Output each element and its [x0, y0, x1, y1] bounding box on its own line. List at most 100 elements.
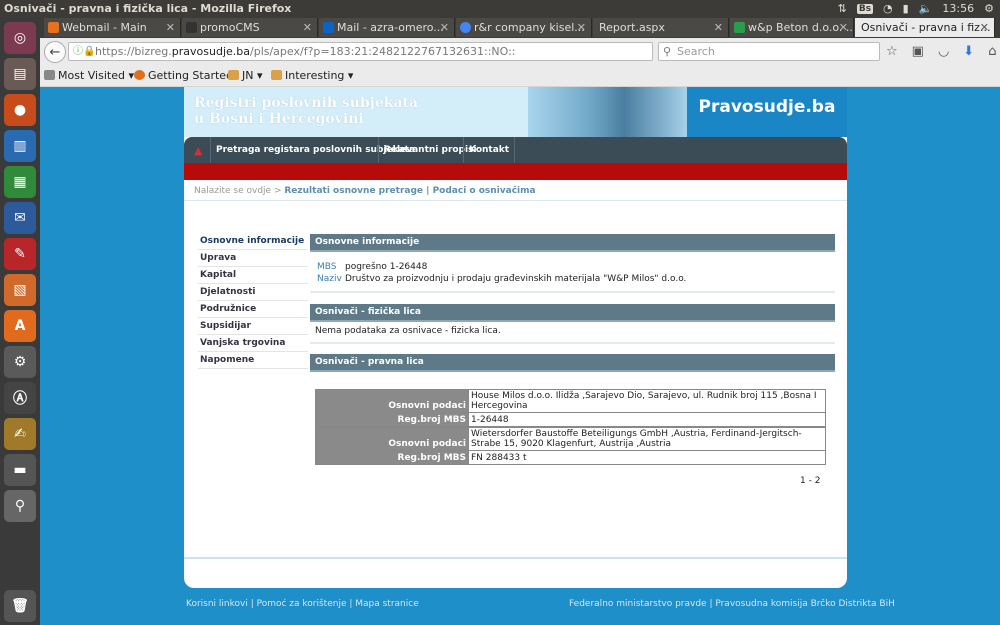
- settings-icon[interactable]: ⚙: [4, 346, 36, 378]
- promocms-icon: [186, 22, 197, 33]
- launcher: ◎ ▤ ● ▥ ▦ ✉ ✎ ▧ A ⚙ Ⓐ ✍ ▬ ⚲ 🗑: [0, 18, 41, 625]
- label-osnovni: Osnovni podaci: [315, 427, 469, 451]
- window-title: Osnivači - pravna i fizička lica - Mozil…: [4, 2, 292, 15]
- table-row: Reg.broj MBS FN 288433 t: [315, 450, 826, 465]
- value-mbs: FN 288433 t: [468, 450, 826, 465]
- leftnav-napomene[interactable]: Napomene: [198, 352, 308, 369]
- divider: [184, 200, 847, 201]
- naziv-label: Naziv: [317, 274, 342, 284]
- close-icon[interactable]: ✕: [980, 18, 989, 37]
- calc-icon[interactable]: ▦: [4, 166, 36, 198]
- bookmark-interesting[interactable]: Interesting ▾: [271, 69, 353, 82]
- mbs-value: pogrešno 1-26448: [345, 262, 428, 272]
- leftnav-djelatnosti[interactable]: Djelatnosti: [198, 284, 308, 301]
- home-icon[interactable]: ▲: [194, 144, 202, 157]
- tab-wp-beton[interactable]: w&p Beton d.o.o. ... ✕: [730, 18, 854, 37]
- outlook-icon: [323, 22, 334, 33]
- label-osnovni: Osnovni podaci: [315, 389, 469, 413]
- back-arrow-icon: ←: [49, 44, 61, 60]
- url-prefix: https://bizreg.: [95, 45, 172, 58]
- close-icon[interactable]: ✕: [839, 18, 848, 37]
- leftnav-uprava[interactable]: Uprava: [198, 250, 308, 267]
- leftnav-osnovne[interactable]: Osnovne informacije: [198, 233, 308, 250]
- keyboard-layout[interactable]: Bs: [856, 3, 874, 14]
- pocket-icon[interactable]: ◡: [938, 44, 949, 59]
- close-icon[interactable]: ✕: [577, 18, 586, 37]
- tab-promocms[interactable]: promoCMS ✕: [182, 18, 318, 37]
- leftnav-kapital[interactable]: Kapital: [198, 267, 308, 284]
- banner-title: Registri poslovnih subjekata u Bosni i He…: [194, 95, 419, 127]
- folder-icon: [228, 70, 239, 80]
- firefox-icon: [134, 70, 145, 80]
- bookmark-most-visited[interactable]: Most Visited ▾: [44, 69, 134, 82]
- gear-icon[interactable]: ⚙: [984, 2, 994, 15]
- search-input[interactable]: ⚲ Search: [658, 42, 880, 61]
- webmail-icon: [48, 22, 59, 33]
- main-menu: ▲ Pretraga registara poslovnih subjekata…: [184, 137, 847, 163]
- arrows-icon[interactable]: ⇅: [838, 2, 847, 15]
- files-icon[interactable]: ▤: [4, 58, 36, 90]
- footer-divider: [184, 557, 847, 559]
- battery-icon[interactable]: ▮: [903, 2, 909, 15]
- download-icon[interactable]: ⬇: [963, 44, 974, 59]
- footer-institutions[interactable]: Federalno ministarstvo pravde | Pravosud…: [569, 599, 895, 609]
- ubuntu-dash-icon[interactable]: ◎: [4, 22, 36, 54]
- label-mbs: Reg.broj MBS: [315, 412, 469, 427]
- bookmarks-toolbar: Most Visited ▾ Getting Started JN ▾ Inte…: [40, 66, 1000, 87]
- home-icon[interactable]: ⌂: [988, 44, 996, 59]
- page-viewport: Registri poslovnih subjekata u Bosni i He…: [40, 87, 1000, 625]
- tab-google[interactable]: r&r company kisel... ✕: [456, 18, 592, 37]
- url-bar[interactable]: ⓘ🔒 https://bizreg.pravosudje.ba/pls/apex…: [68, 42, 653, 61]
- trash-icon[interactable]: 🗑: [4, 590, 36, 622]
- writer-icon[interactable]: ▥: [4, 130, 36, 162]
- close-icon[interactable]: ✕: [440, 18, 449, 37]
- reading-list-icon[interactable]: ▣: [912, 44, 924, 59]
- star-icon[interactable]: ☆: [886, 44, 898, 59]
- tab-osnivaci[interactable]: Osnivači - pravna i fiz... ✕: [855, 18, 995, 37]
- usb-icon[interactable]: ⚲: [4, 490, 36, 522]
- site-icon: [734, 22, 745, 33]
- drive-icon[interactable]: ▬: [4, 454, 36, 486]
- text-editor-icon[interactable]: ✍: [4, 418, 36, 450]
- update-icon[interactable]: Ⓐ: [4, 382, 36, 414]
- clock[interactable]: 13:56: [942, 2, 974, 15]
- pdf-reader-icon[interactable]: ✎: [4, 238, 36, 270]
- table-row: Reg.broj MBS 1-26448: [315, 412, 826, 427]
- volume-icon[interactable]: 🔈: [919, 2, 933, 15]
- firefox-icon[interactable]: ●: [4, 94, 36, 126]
- close-icon[interactable]: ✕: [714, 18, 723, 37]
- bookmark-getting-started[interactable]: Getting Started: [134, 69, 233, 82]
- menu-kontakt[interactable]: Kontakt: [463, 137, 516, 163]
- wifi-icon[interactable]: ◔: [883, 2, 893, 15]
- nav-toolbar: ← ⓘ🔒 https://bizreg.pravosudje.ba/pls/ap…: [40, 38, 1000, 67]
- tab-webmail[interactable]: Webmail - Main ✕: [44, 18, 181, 37]
- lock-icon[interactable]: ⓘ🔒: [73, 43, 95, 60]
- tab-strip: Webmail - Main ✕ promoCMS ✕ Mail - azra-om…: [40, 18, 1000, 38]
- leftnav-vanjska[interactable]: Vanjska trgovina: [198, 335, 308, 352]
- mbs-label: MBS: [317, 262, 337, 272]
- left-nav: Osnovne informacije Uprava Kapital Djela…: [198, 233, 308, 369]
- back-button[interactable]: ←: [44, 41, 66, 63]
- leftnav-supsidijar[interactable]: Supsidijar: [198, 318, 308, 335]
- pravosudje-logo[interactable]: Pravosudje.ba: [687, 87, 847, 137]
- section-osnovne: Osnovne informacije: [310, 234, 835, 252]
- value-osnovni: Wietersdorfer Baustoffe Beteiligungs Gmb…: [468, 427, 826, 451]
- pagination: 1 - 2: [800, 476, 821, 486]
- thunderbird-icon[interactable]: ✉: [4, 202, 36, 234]
- founder-table-1: Osnovni podaci House Milos d.o.o. Ilidža …: [315, 389, 826, 427]
- leftnav-podruznice[interactable]: Podružnice: [198, 301, 308, 318]
- naziv-row: Naziv Društvo za proizvodnju i prodaju gr…: [317, 273, 686, 285]
- software-center-icon[interactable]: A: [4, 310, 36, 342]
- footer-links[interactable]: Korisni linkovi | Pomoć za korištenje | …: [186, 599, 419, 609]
- table-row: Osnovni podaci Wietersdorfer Baustoffe Be…: [315, 427, 826, 451]
- tab-report[interactable]: Report.aspx ✕: [593, 18, 729, 37]
- impress-icon[interactable]: ▧: [4, 274, 36, 306]
- tab-mail[interactable]: Mail - azra-omero... ✕: [319, 18, 455, 37]
- close-icon[interactable]: ✕: [303, 18, 312, 37]
- site-container: Registri poslovnih subjekata u Bosni i He…: [184, 87, 847, 588]
- mbs-row: MBS pogrešno 1-26448: [317, 261, 427, 273]
- close-icon[interactable]: ✕: [166, 18, 175, 37]
- gear-icon: [44, 70, 55, 80]
- bookmark-jn[interactable]: JN ▾: [228, 69, 263, 82]
- founder-table-2: Osnovni podaci Wietersdorfer Baustoffe Be…: [315, 427, 826, 465]
